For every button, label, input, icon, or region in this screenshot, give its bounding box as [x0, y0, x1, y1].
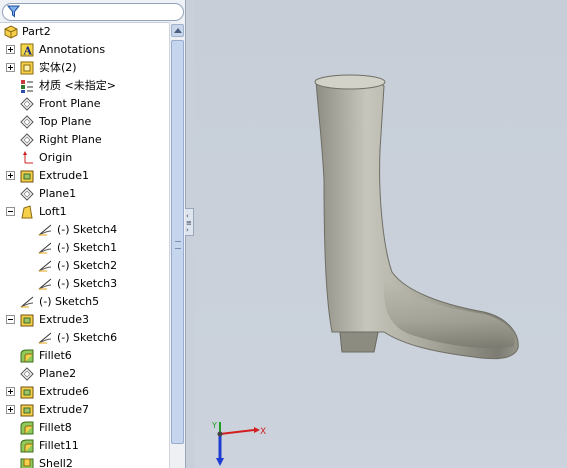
material-icon — [21, 80, 33, 93]
annotations-icon: A — [20, 43, 34, 58]
axis-triad: X Y — [211, 421, 266, 466]
tree-item-label: Fillet11 — [39, 439, 79, 452]
sketch-icon — [38, 278, 52, 290]
loft-icon — [21, 205, 33, 219]
tree-item-label: Fillet8 — [39, 421, 72, 434]
tree-item-label: Front Plane — [39, 97, 101, 110]
tree-item-label: Plane1 — [39, 187, 77, 200]
arrow-right-icon: › — [186, 226, 189, 234]
plane-icon — [20, 367, 34, 381]
expand-icon[interactable] — [6, 45, 15, 54]
scroll-thumb[interactable] — [171, 40, 184, 444]
svg-text:A: A — [23, 45, 33, 58]
tree-item-label: (-) Sketch2 — [57, 259, 118, 272]
expand-icon[interactable] — [6, 387, 15, 396]
tree-item-label: Loft1 — [39, 205, 67, 218]
tree-root-label: Part2 — [22, 25, 51, 38]
shell-icon — [20, 458, 34, 468]
extrude-icon — [20, 386, 34, 399]
sketch-icon — [38, 224, 52, 236]
solid-bodies-icon — [20, 61, 34, 75]
fillet-icon — [20, 349, 34, 363]
boot-heel — [339, 331, 379, 353]
tree-item-label: Plane2 — [39, 367, 77, 380]
plane-icon — [20, 97, 34, 111]
tree-item-label: (-) Sketch5 — [39, 295, 100, 308]
tree-item-label: (-) Sketch6 — [57, 331, 118, 344]
scroll-grip — [175, 241, 181, 249]
x-axis-label: X — [260, 427, 266, 437]
plane-icon — [20, 115, 34, 129]
origin-icon — [23, 151, 33, 164]
sketch-icon — [38, 260, 52, 272]
tree-item-label: Shell2 — [39, 457, 73, 468]
expand-icon[interactable] — [6, 405, 15, 414]
panel-splitter-handle[interactable]: ‹ ≡ › — [185, 208, 194, 236]
extrude-icon — [20, 404, 34, 417]
sketch-icon — [20, 296, 34, 308]
tree-item-label: Extrude1 — [39, 169, 90, 182]
tree-item-label: Extrude6 — [39, 385, 90, 398]
filter-icon[interactable] — [7, 5, 20, 18]
collapse-icon[interactable] — [6, 207, 15, 216]
y-axis-label: Y — [211, 421, 217, 430]
extrude-icon — [20, 170, 34, 183]
tree-item-label: (-) Sketch3 — [57, 277, 118, 290]
fillet-icon — [20, 439, 34, 453]
part-icon — [4, 25, 18, 39]
boot-model[interactable] — [194, 0, 567, 468]
tree-item-label: Annotations — [39, 43, 106, 56]
boot-opening — [314, 74, 386, 90]
graphics-viewport[interactable]: X Y — [194, 0, 567, 468]
tree-item-label: Right Plane — [39, 133, 102, 146]
tree-item-label: (-) Sketch4 — [57, 223, 118, 236]
sketch-icon — [38, 332, 52, 344]
filter-input[interactable] — [2, 3, 184, 21]
tree-item-label: Origin — [39, 151, 73, 164]
tree-item-label: Fillet6 — [39, 349, 72, 362]
tree-item-label: Top Plane — [39, 115, 92, 128]
plane-icon — [20, 133, 34, 147]
tree-item-label: Extrude7 — [39, 403, 90, 416]
fillet-icon — [20, 421, 34, 435]
tree-item-label: 材质 <未指定> — [39, 79, 116, 92]
expand-icon[interactable] — [6, 171, 15, 180]
plane-icon — [20, 187, 34, 201]
tree-item-label: 实体(2) — [39, 61, 77, 74]
extrude-icon — [20, 314, 34, 327]
tree-item-label: (-) Sketch1 — [57, 241, 118, 254]
x-axis-arrow — [219, 429, 255, 435]
scroll-up-button[interactable] — [171, 24, 184, 37]
tree-scrollbar[interactable] — [169, 22, 185, 468]
expand-icon[interactable] — [6, 63, 15, 72]
filter-bar — [0, 0, 185, 23]
feature-manager-panel: Part2 A Annotations 实体(2) 材质 <未指定> Front Pla… — [0, 0, 186, 468]
feature-tree: Part2 A Annotations 实体(2) 材质 <未指定> Front Pla… — [0, 22, 168, 468]
tree-item-label: Extrude3 — [39, 313, 90, 326]
sketch-icon — [38, 242, 52, 254]
collapse-icon[interactable] — [6, 315, 15, 324]
